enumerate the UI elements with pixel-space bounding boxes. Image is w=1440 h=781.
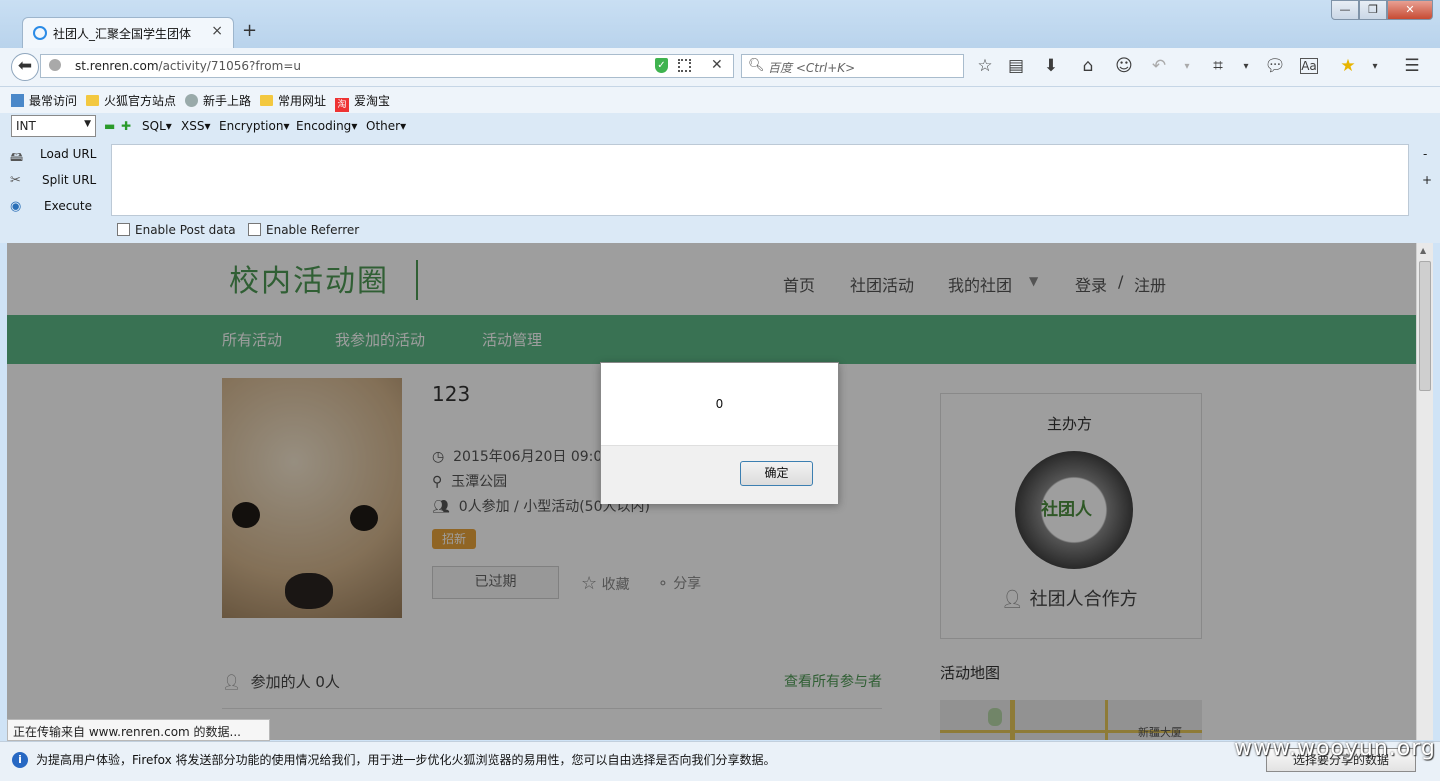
browser-tab[interactable]: 社团人_汇聚全国学生团体 ×: [22, 17, 234, 48]
download-icon[interactable]: ⬇: [1040, 56, 1062, 76]
bookmark-most-visited[interactable]: 最常访问: [11, 92, 77, 109]
menu-sql[interactable]: SQL▾: [142, 119, 172, 133]
addon-dropdown-icon[interactable]: ▾: [1364, 61, 1386, 72]
ok-button[interactable]: 确定: [740, 461, 813, 486]
enable-post-checkbox[interactable]: Enable Post data: [117, 223, 236, 237]
chat-icon[interactable]: 💬︎: [1264, 56, 1286, 76]
enable-referrer-checkbox[interactable]: Enable Referrer: [248, 223, 359, 237]
split-url-button[interactable]: Split URL: [42, 173, 96, 187]
load-url-button[interactable]: Load URL: [40, 147, 96, 161]
alert-dialog: 0 确定: [600, 362, 839, 504]
tab-close-icon[interactable]: ×: [211, 23, 223, 39]
load-url-icon: 🖴︎: [10, 150, 24, 165]
execute-icon: ◉: [10, 199, 22, 214]
search-bar[interactable]: 🔍︎ 百度 <Ctrl+K>: [741, 54, 964, 78]
dialog-footer: 确定: [601, 445, 838, 504]
hackbar-panel: INT ▼ ▬ ✚ SQL▾ XSS▾ Encryption▾ Encoding▾…: [0, 113, 1440, 243]
search-placeholder: 百度 <Ctrl+K>: [768, 61, 856, 75]
home-icon[interactable]: ⌂: [1077, 56, 1099, 76]
bookmark-firefox-site[interactable]: 火狐官方站点: [86, 92, 176, 109]
globe-icon: [185, 94, 198, 107]
bookmark-getting-started[interactable]: 新手上路: [185, 92, 251, 109]
back-button[interactable]: ⬅: [11, 53, 39, 81]
menu-encoding[interactable]: Encoding▾: [296, 119, 357, 133]
minimize-button[interactable]: —: [1331, 0, 1359, 20]
screenshot-dropdown-icon[interactable]: ▾: [1235, 61, 1257, 72]
most-visited-icon: [11, 94, 24, 107]
expand-button[interactable]: +: [1422, 173, 1432, 187]
globe-icon: [49, 59, 61, 71]
chevron-down-icon: ▼: [84, 119, 91, 129]
close-window-button[interactable]: ✕: [1387, 0, 1433, 20]
menu-encryption[interactable]: Encryption▾: [219, 119, 289, 133]
notification-text: 为提高用户体验，Firefox 将发送部分功能的使用情况给我们，用于进一步优化火…: [36, 753, 776, 767]
undo-dropdown-icon[interactable]: ▾: [1176, 61, 1198, 72]
screenshot-icon[interactable]: ⌗: [1207, 56, 1229, 76]
taobao-icon: 淘: [335, 98, 349, 112]
undo-icon[interactable]: ↶: [1148, 56, 1170, 76]
bookmark-common-sites[interactable]: 常用网址: [260, 92, 326, 109]
reading-list-icon[interactable]: ▤: [1005, 56, 1027, 76]
menu-other[interactable]: Other▾: [366, 119, 406, 133]
increase-icon[interactable]: ✚: [121, 119, 131, 133]
title-bar: 社团人_汇聚全国学生团体 × + — ❐ ✕: [0, 0, 1440, 48]
decrease-icon[interactable]: ▬: [104, 119, 115, 133]
alert-message: 0: [715, 397, 724, 411]
scrollbar-thumb[interactable]: [1419, 261, 1431, 391]
menu-xss[interactable]: XSS▾: [181, 119, 211, 133]
menu-icon[interactable]: ☰: [1401, 56, 1423, 76]
vertical-scrollbar[interactable]: ▲: [1416, 243, 1433, 740]
maximize-button[interactable]: ❐: [1359, 0, 1387, 20]
bookmark-star-icon[interactable]: ☆: [974, 56, 996, 76]
type-select[interactable]: INT ▼: [11, 115, 96, 137]
emoji-icon[interactable]: ☺: [1113, 56, 1135, 76]
shrink-button[interactable]: -: [1423, 147, 1427, 161]
url-bar[interactable]: st.renren.com/activity/71056?from=u ✓ ✕: [40, 54, 734, 78]
search-icon: 🔍︎: [748, 58, 765, 73]
execute-button[interactable]: Execute: [44, 199, 92, 213]
new-tab-button[interactable]: +: [242, 20, 257, 41]
tab-title: 社团人_汇聚全国学生团体: [53, 27, 192, 41]
scroll-up-icon[interactable]: ▲: [1420, 246, 1426, 255]
loading-icon: [33, 26, 47, 40]
url-textarea[interactable]: [111, 144, 1409, 216]
watermark: www.wooyun.org: [1234, 736, 1436, 761]
bookmarks-toolbar: 最常访问 火狐官方站点 新手上路 常用网址 淘爱淘宝: [0, 87, 1440, 113]
split-url-icon: ✂: [10, 173, 21, 188]
favorite-addon-icon[interactable]: ★: [1337, 56, 1359, 76]
folder-icon: [260, 95, 273, 106]
status-bar: 正在传输来自 www.renren.com 的数据...: [7, 719, 270, 741]
qr-code-icon[interactable]: [678, 59, 691, 72]
stop-icon[interactable]: ✕: [711, 57, 723, 73]
shield-icon[interactable]: ✓: [655, 58, 668, 73]
translate-icon[interactable]: Aa: [1300, 58, 1318, 74]
navigation-toolbar: ⬅ st.renren.com/activity/71056?from=u ✓ …: [0, 48, 1440, 87]
url-text: st.renren.com/activity/71056?from=u: [75, 59, 301, 73]
notification-bar: i 为提高用户体验，Firefox 将发送部分功能的使用情况给我们，用于进一步优…: [0, 741, 1440, 781]
info-icon: i: [12, 752, 28, 768]
bookmark-aitaobao[interactable]: 淘爱淘宝: [335, 92, 390, 112]
folder-icon: [86, 95, 99, 106]
